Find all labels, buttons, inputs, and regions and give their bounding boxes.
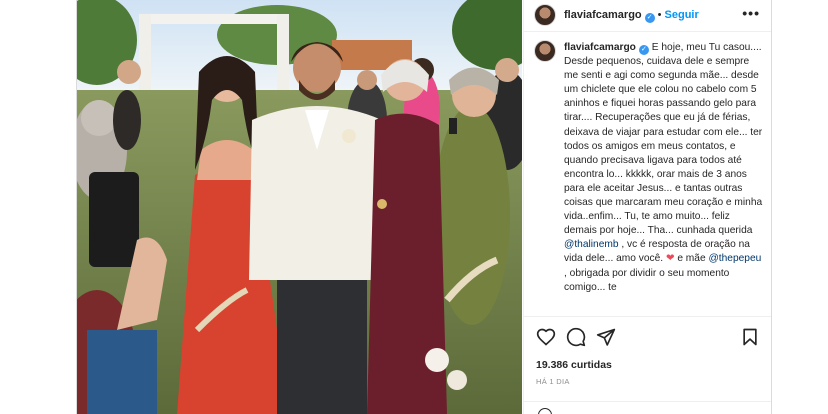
mention-link-thepepeu[interactable]: @thepepeu [708,253,761,264]
username-link[interactable]: flaviafcamargo [564,9,642,21]
comment-bubble-icon[interactable] [566,327,586,347]
post-photo[interactable] [77,0,522,414]
caption-text: flaviafcamargo ✓ E hoje, meu Tu casou....… [564,41,764,295]
caption-area: flaviafcamargo ✓ E hoje, meu Tu casou....… [524,31,771,315]
actions-bar: 19.386 curtidas HÁ 1 DIA [524,316,771,414]
caption-body-3: e mãe [674,253,709,265]
paper-plane-icon[interactable] [596,327,616,347]
caption-username-link[interactable]: flaviafcamargo [564,42,636,53]
separator-dot: • [657,9,662,21]
instagram-post: flaviafcamargo ✓ • Seguir ••• flaviafcamarg… [76,0,772,414]
post-timestamp[interactable]: HÁ 1 DIA [536,377,570,386]
caption-avatar[interactable] [534,40,556,62]
post-header: flaviafcamargo ✓ • Seguir ••• [524,0,771,32]
likes-count[interactable]: 19.386 curtidas [536,359,612,371]
avatar[interactable] [534,4,556,26]
wedding-photo-image [77,0,522,414]
more-options-icon[interactable]: ••• [742,5,760,21]
header-user-line: flaviafcamargo ✓ • Seguir [564,9,699,23]
caption-body-1: E hoje, meu Tu casou.... Desde pequenos,… [564,42,763,237]
verified-badge-icon: ✓ [638,45,649,55]
add-comment-bar [524,401,771,414]
post-sidebar: flaviafcamargo ✓ • Seguir ••• flaviafcamarg… [523,0,771,414]
follow-button[interactable]: Seguir [665,9,699,21]
bookmark-icon[interactable] [740,327,760,347]
mention-link-thalinemb[interactable]: @thalinemb [564,239,619,250]
heart-outline-icon[interactable] [536,327,556,347]
verified-badge-icon: ✓ [644,13,655,23]
caption-body-4: , obrigada por dividir o seu momento com… [564,267,730,293]
emoji-smile-icon[interactable] [538,408,552,414]
